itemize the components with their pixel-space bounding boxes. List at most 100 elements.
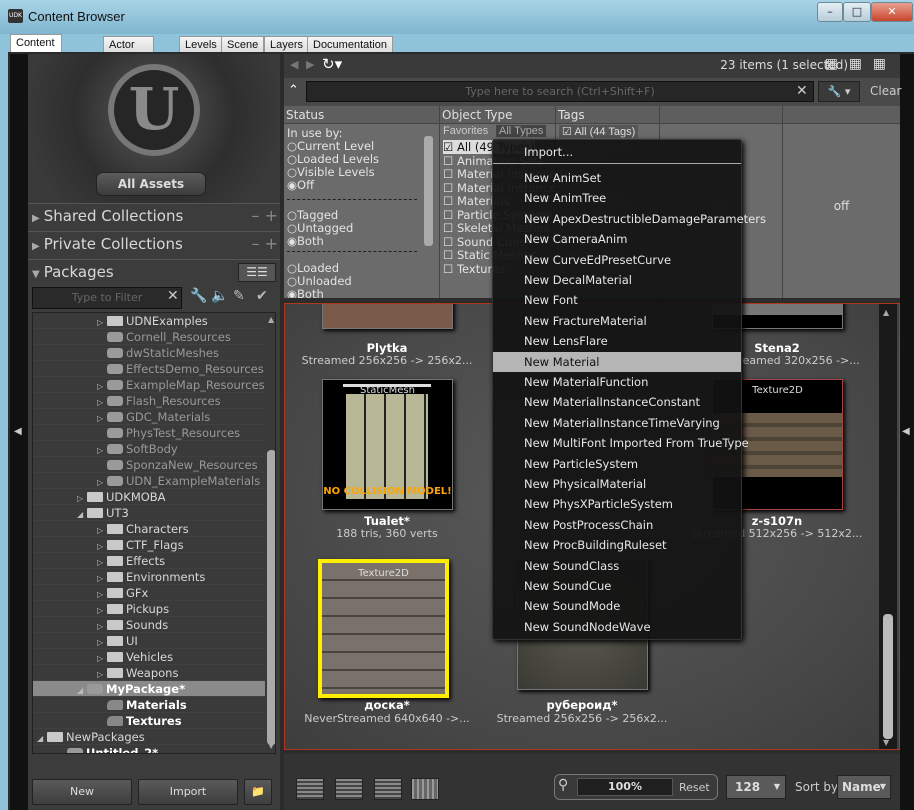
tree-item-udnexamples[interactable]: ▷ UDNExamples	[33, 313, 265, 329]
collapse-filters-icon[interactable]: ⌃	[288, 83, 299, 98]
sort-dropdown[interactable]: Name ▼	[837, 775, 891, 799]
new-package-button[interactable]: New	[32, 779, 132, 805]
thumbnail-size-dropdown[interactable]: 128 ▼	[726, 775, 786, 799]
open-folder-button[interactable]: 📁	[244, 779, 272, 805]
menu-item-new-procbuildingruleset[interactable]: New ProcBuildingRuleset	[493, 535, 741, 555]
collapse-left-arrow-icon[interactable]: ◀	[14, 426, 22, 437]
tree-item-sounds[interactable]: ▷ Sounds	[33, 617, 265, 633]
all-tags-checkbox[interactable]: ☑ All (44 Tags)	[559, 125, 639, 138]
speaker-icon[interactable]: 🔈	[211, 288, 228, 304]
tree-view-toggle-icon[interactable]: ☰☰	[238, 263, 276, 282]
tree-item-untitled-2[interactable]: Untitled_2*	[33, 745, 265, 753]
radio-loaded-levels[interactable]: ○Loaded Levels	[287, 152, 379, 166]
clear-search-icon[interactable]: ✕	[796, 83, 808, 99]
menu-item-new-soundmode[interactable]: New SoundMode	[493, 596, 741, 616]
radio-off[interactable]: ◉Off	[287, 178, 314, 192]
shared-collections-header[interactable]: ▶ Shared Collections – +	[28, 203, 280, 229]
tab-layers[interactable]: Layers	[264, 36, 310, 53]
radio-untagged[interactable]: ○Untagged	[287, 221, 353, 235]
private-collections-header[interactable]: ▶ Private Collections – +	[28, 231, 280, 257]
tree-item-udn-examplematerials[interactable]: ▷ UDN_ExampleMaterials	[33, 473, 265, 489]
tree-item-softbody[interactable]: ▷ SoftBody	[33, 441, 265, 457]
tab-documentation[interactable]: Documentation	[307, 36, 393, 53]
menu-item-new-fracturematerial[interactable]: New FractureMaterial	[493, 311, 741, 331]
status-scrollbar[interactable]	[424, 136, 433, 246]
menu-item-new-soundcue[interactable]: New SoundCue	[493, 576, 741, 596]
tree-item-examplemap-resources[interactable]: ▷ ExampleMap_Resources	[33, 377, 265, 393]
zoom-level[interactable]: 100%	[577, 778, 673, 796]
menu-item-new-soundclass[interactable]: New SoundClass	[493, 556, 741, 576]
menu-item-new-lensflare[interactable]: New LensFlare	[493, 331, 741, 351]
tab-actor-classes[interactable]: Actor Classes	[103, 36, 155, 67]
new-browser-icon[interactable]: ▦	[825, 56, 838, 72]
grid-scrollbar[interactable]	[883, 614, 893, 739]
back-icon[interactable]: ◀	[290, 58, 298, 71]
pencil-icon[interactable]: ✎	[233, 288, 245, 304]
float-browser-icon[interactable]: ▦	[849, 56, 862, 72]
reset-zoom-button[interactable]: Reset	[679, 781, 710, 794]
tree-item-udkmoba[interactable]: ▷ UDKMOBA	[33, 489, 265, 505]
radio-visible-levels[interactable]: ○Visible Levels	[287, 165, 375, 179]
forward-icon[interactable]: ▶	[306, 58, 314, 71]
tree-item-effectsdemo-resources[interactable]: EffectsDemo_Resources	[33, 361, 265, 377]
tree-item-characters[interactable]: ▷ Characters	[33, 521, 265, 537]
tree-item-materials[interactable]: Materials	[33, 697, 265, 713]
checkmark-icon[interactable]: ✔	[256, 288, 268, 304]
menu-item-new-physicalmaterial[interactable]: New PhysicalMaterial	[493, 474, 741, 494]
thumbnail-view-icon[interactable]	[374, 778, 402, 800]
right-collapse-strip[interactable]: ◀	[900, 54, 914, 810]
tab-content-browser[interactable]: Content Browser	[10, 34, 63, 65]
radio-unloaded[interactable]: ○Unloaded	[287, 274, 352, 288]
menu-item-new-material[interactable]: New Material	[493, 351, 741, 372]
import-button[interactable]: Import	[138, 779, 238, 805]
tree-item-gdc-materials[interactable]: ▷ GDC_Materials	[33, 409, 265, 425]
all-types-tab[interactable]: All Types	[496, 125, 547, 137]
tree-item-phystest-resources[interactable]: PhysTest_Resources	[33, 425, 265, 441]
asset-thumbnail-tualet[interactable]: StaticMesh NO COLLISION MODEL!	[322, 379, 453, 510]
menu-item-new-curveedpresetcurve[interactable]: New CurveEdPresetCurve	[493, 250, 741, 270]
radio-loaded[interactable]: ○Loaded	[287, 261, 339, 275]
close-browser-icon[interactable]: ▦	[873, 56, 886, 72]
radio-current-level[interactable]: ○Current Level	[287, 139, 374, 153]
left-collapse-strip[interactable]: ◀	[10, 54, 28, 810]
menu-item-new-cameraanim[interactable]: New CameraAnim	[493, 229, 741, 249]
packages-header[interactable]: ▼ Packages ☰☰	[28, 259, 280, 285]
menu-item-new-apexdestructibledamageparameters[interactable]: New ApexDestructibleDamageParameters	[493, 209, 766, 229]
tree-item-pickups[interactable]: ▷ Pickups	[33, 601, 265, 617]
maximize-button[interactable]: □	[843, 2, 871, 22]
menu-item-new-soundnodewave[interactable]: New SoundNodeWave	[493, 617, 741, 637]
menu-item-new-physxparticlesystem[interactable]: New PhysXParticleSystem	[493, 494, 741, 514]
radio-both[interactable]: ◉Both	[287, 234, 324, 248]
tree-item-gfx[interactable]: ▷ GFx	[33, 585, 265, 601]
wrench-icon[interactable]: 🔧	[190, 288, 207, 304]
remove-add-collection-icons[interactable]: – +	[252, 204, 279, 228]
tree-item-cornell-resources[interactable]: Cornell_Resources	[33, 329, 265, 345]
scroll-down-icon[interactable]: ▼	[268, 741, 274, 750]
tab-scene[interactable]: Scene	[221, 36, 265, 53]
tree-item-vehicles[interactable]: ▷ Vehicles	[33, 649, 265, 665]
tree-item-effects[interactable]: ▷ Effects	[33, 553, 265, 569]
grid-view-icon[interactable]	[411, 778, 439, 800]
close-button[interactable]: ✕	[871, 2, 913, 22]
tree-item-flash-resources[interactable]: ▷ Flash_Resources	[33, 393, 265, 409]
tree-item-weapons[interactable]: ▷ Weapons	[33, 665, 265, 681]
tab-levels[interactable]: Levels	[179, 36, 223, 53]
menu-item-new-multifont-imported-from-truetype[interactable]: New MultiFont Imported From TrueType	[493, 433, 749, 453]
menu-item-new-animtree[interactable]: New AnimTree	[493, 188, 741, 208]
search-input[interactable]: Type here to search (Ctrl+Shift+F)	[306, 81, 814, 102]
filter-column-5[interactable]: off	[783, 124, 900, 298]
radio-tagged[interactable]: ○Tagged	[287, 208, 338, 222]
refresh-icon[interactable]: ↻▾	[322, 55, 342, 73]
menu-item-new-materialinstancetimevarying[interactable]: New MaterialInstanceTimeVarying	[493, 413, 741, 433]
scroll-up-icon[interactable]: ▲	[268, 315, 274, 324]
favorites-tab[interactable]: Favorites	[443, 125, 488, 137]
remove-add-collection-icons[interactable]: – +	[252, 232, 279, 256]
menu-item-new-materialinstanceconstant[interactable]: New MaterialInstanceConstant	[493, 392, 741, 412]
asset-thumbnail-doska-selected[interactable]: Texture2D	[318, 559, 449, 698]
menu-item-import[interactable]: Import...	[493, 142, 741, 162]
menu-item-new-decalmaterial[interactable]: New DecalMaterial	[493, 270, 741, 290]
list-view-icon[interactable]	[296, 778, 324, 800]
menu-item-new-font[interactable]: New Font	[493, 290, 741, 310]
tree-item-ui[interactable]: ▷ UI	[33, 633, 265, 649]
clear-button[interactable]: Clear	[870, 84, 901, 98]
